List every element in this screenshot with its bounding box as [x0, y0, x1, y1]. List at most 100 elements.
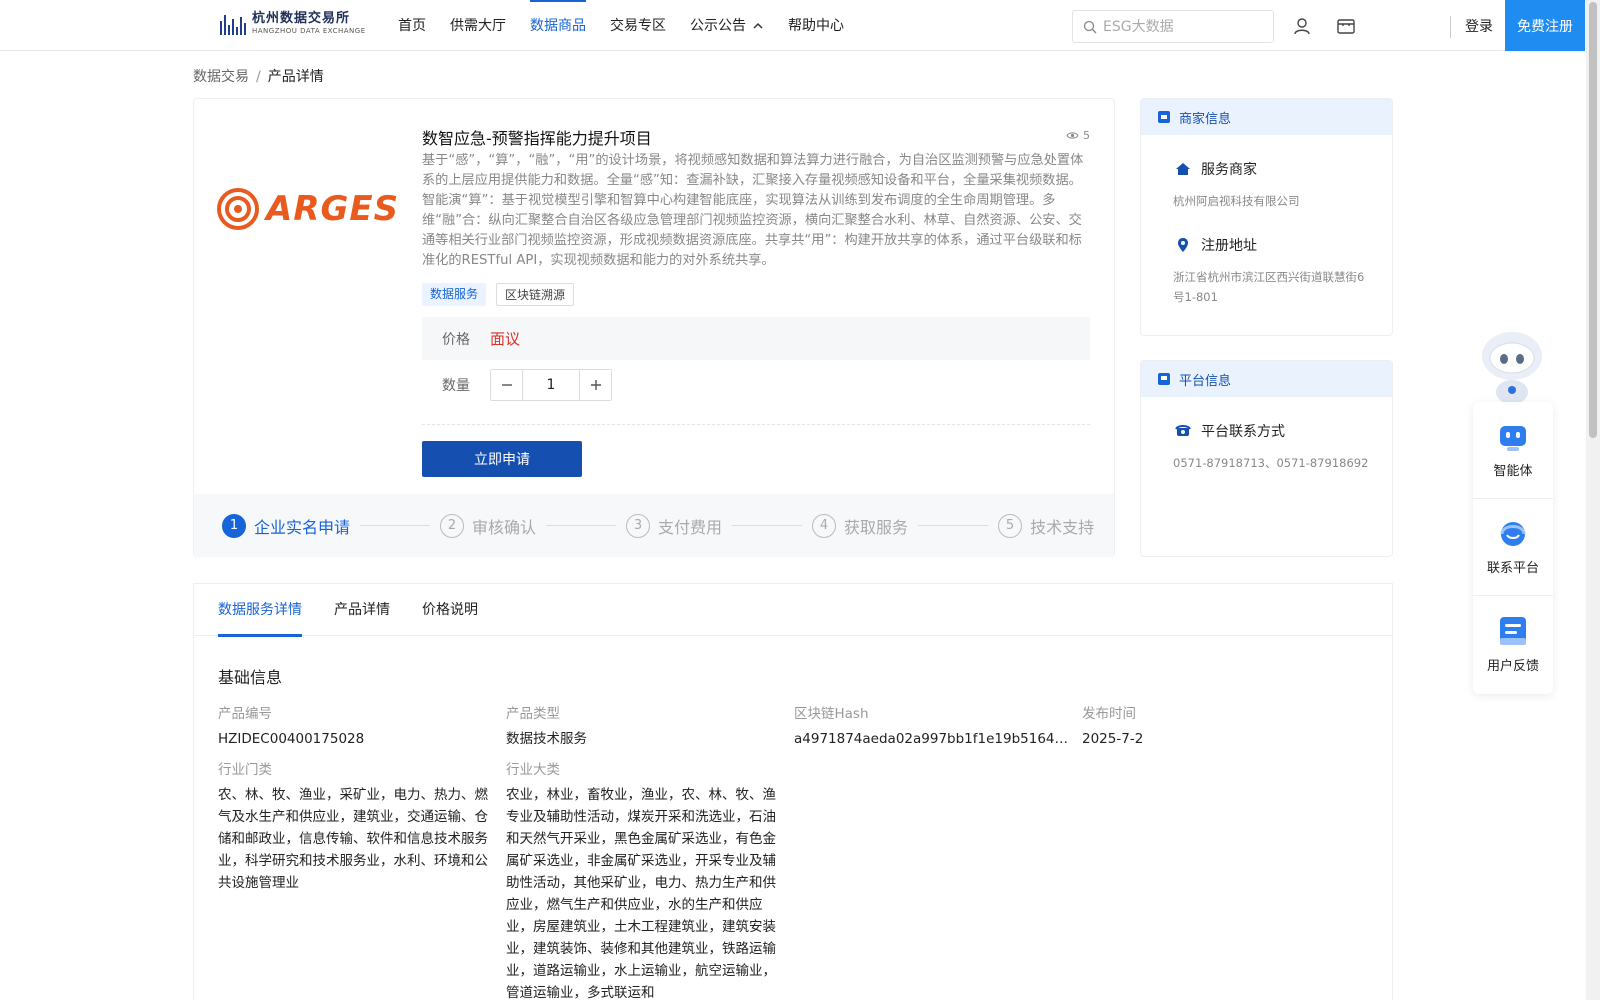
headset-icon — [1500, 521, 1526, 546]
feedback-icon — [1500, 617, 1526, 645]
nav-help[interactable]: 帮助中心 — [776, 0, 856, 51]
side-agent[interactable]: 智能体 — [1473, 402, 1553, 499]
product-description: 基于“感”，“算”，“融”，“用”的设计场景，将视频感知数据和算法算力进行融合，… — [422, 153, 1084, 268]
step-connector — [360, 525, 431, 526]
field-publish-time-value: 2025-7-2 — [1082, 731, 1144, 747]
step-1-number: 1 — [222, 513, 246, 538]
quantity-row: 数量 1 — [442, 369, 612, 401]
address-title: 注册地址 — [1201, 238, 1257, 254]
platform-panel-header: 平台信息 — [1141, 361, 1392, 397]
breadcrumb-current: 产品详情 — [267, 69, 324, 85]
platform-panel: 平台信息 平台联系方式 0571-87918713、0571-87918692 — [1140, 360, 1393, 557]
step-4-number: 4 — [812, 513, 837, 538]
store-icon[interactable] — [1336, 16, 1356, 36]
site-logo[interactable]: 杭州数据交易所 HANGZHOU DATA EXCHANGE — [220, 12, 366, 35]
step-5-label: 技术支持 — [1030, 517, 1095, 537]
service-merchant-value: 杭州阿启视科技有限公司 — [1173, 194, 1300, 208]
nav-trade-zone[interactable]: 交易专区 — [598, 0, 678, 51]
step-1: 1 企业实名申请 — [222, 513, 351, 538]
product-card: ARGES 数智应急-预警指挥能力提升项目 5 基于“感”，“算”，“融”，“用… — [193, 98, 1115, 557]
step-1-label: 企业实名申请 — [254, 517, 351, 537]
tab-service-details[interactable]: 数据服务详情 — [218, 584, 302, 637]
nav-data-products[interactable]: 数据商品 — [518, 0, 598, 51]
view-count-value: 5 — [1083, 129, 1090, 142]
store-badge-icon — [1158, 111, 1170, 123]
field-hash: 区块链Hash a4971874aeda02a997bb1f1e19b51646… — [794, 702, 1070, 750]
search-icon — [1083, 20, 1097, 33]
merchant-panel-header: 商家信息 — [1141, 99, 1392, 135]
side-feedback[interactable]: 用户反馈 — [1473, 596, 1553, 693]
product-logo: ARGES — [216, 187, 399, 231]
top-header: 杭州数据交易所 HANGZHOU DATA EXCHANGE 首页 供需大厅 数… — [0, 0, 1585, 51]
decrement-button[interactable] — [491, 370, 522, 400]
page-scrollbar[interactable] — [1586, 0, 1600, 1000]
basic-info-title: 基础信息 — [218, 668, 283, 687]
main-nav: 首页 供需大厅 数据商品 交易专区 公示公告 帮助中心 — [386, 0, 856, 51]
minus-icon — [501, 384, 512, 386]
field-industry-major-label: 行业大类 — [506, 762, 560, 778]
step-connector — [732, 525, 803, 526]
view-count: 5 — [1066, 129, 1090, 142]
merchant-panel-title: 商家信息 — [1179, 111, 1232, 127]
step-3-number: 3 — [626, 513, 651, 538]
location-pin-icon — [1178, 238, 1188, 252]
tab-product-details[interactable]: 产品详情 — [334, 584, 390, 636]
detail-tabs: 数据服务详情 产品详情 价格说明 — [194, 584, 1392, 637]
header-divider — [1450, 16, 1451, 38]
nav-supply-demand[interactable]: 供需大厅 — [438, 0, 518, 51]
field-product-type-label: 产品类型 — [506, 706, 560, 722]
merchant-panel: 商家信息 服务商家 杭州阿启视科技有限公司 注册地址 浙江省杭州市滨江区西兴街道… — [1140, 98, 1393, 336]
field-hash-label: 区块链Hash — [794, 706, 869, 722]
logo-bars-icon — [220, 13, 246, 35]
product-title: 数智应急-预警指挥能力提升项目 — [422, 129, 652, 148]
field-industry-major: 行业大类 农业，林业，畜牧业，渔业，农、林、牧、渔专业及辅助性活动，煤炭开采和洗… — [506, 758, 776, 1000]
process-steps: 1 企业实名申请 2 审核确认 3 支付费用 4 获取服务 5 技术支持 — [194, 494, 1114, 557]
quantity-label: 数量 — [442, 378, 470, 394]
breadcrumb: 数据交易 / 产品详情 — [193, 66, 324, 86]
search-input[interactable] — [1103, 18, 1263, 35]
eye-icon — [1066, 132, 1079, 139]
field-industry-major-value: 农业，林业，畜牧业，渔业，农、林、牧、渔专业及辅助性活动，煤炭开采和洗选业，石油… — [506, 787, 776, 1000]
step-4: 4 获取服务 — [812, 513, 909, 538]
contact-title: 平台联系方式 — [1201, 424, 1285, 440]
logo-title: 杭州数据交易所 — [252, 11, 351, 26]
field-product-type: 产品类型 数据技术服务 — [506, 702, 587, 750]
field-product-type-value: 数据技术服务 — [506, 731, 587, 747]
robot-assistant-icon[interactable] — [1472, 324, 1552, 404]
step-5: 5 技术支持 — [998, 513, 1095, 538]
user-icon[interactable] — [1292, 16, 1312, 36]
side-toolbar: 智能体 联系平台 用户反馈 — [1473, 402, 1553, 694]
quantity-input[interactable]: 1 — [522, 370, 580, 400]
field-industry-category-value: 农、林、牧、渔业，采矿业，电力、热力、燃气及水生产和供应业，建筑业，交通运输、仓… — [218, 787, 488, 891]
login-link[interactable]: 登录 — [1465, 16, 1493, 36]
field-industry-category: 行业门类 农、林、牧、渔业，采矿业，电力、热力、燃气及水生产和供应业，建筑业，交… — [218, 758, 488, 894]
register-button[interactable]: 免费注册 — [1505, 0, 1585, 51]
divider — [422, 424, 1090, 425]
address-row: 注册地址 — [1175, 235, 1392, 255]
logo-subtitle: HANGZHOU DATA EXCHANGE — [252, 27, 366, 35]
search-box[interactable] — [1072, 10, 1274, 43]
service-merchant-row: 服务商家 — [1175, 159, 1392, 179]
step-connector — [546, 525, 617, 526]
scrollbar-thumb[interactable] — [1589, 2, 1597, 438]
increment-button[interactable] — [580, 370, 611, 400]
apply-button[interactable]: 立即申请 — [422, 441, 582, 477]
breadcrumb-parent[interactable]: 数据交易 — [193, 69, 249, 85]
step-4-label: 获取服务 — [844, 517, 909, 537]
side-contact-label: 联系平台 — [1486, 560, 1539, 576]
field-product-no-value: HZIDEC00400175028 — [218, 731, 365, 747]
nav-home[interactable]: 首页 — [386, 0, 438, 51]
tag-blockchain: 区块链溯源 — [496, 283, 575, 306]
monitor-badge-icon — [1158, 373, 1170, 385]
field-hash-value: a4971874aeda02a997bb1f1e19b5164616... — [794, 731, 1070, 747]
contact-value: 0571-87918713、0571-87918692 — [1173, 456, 1369, 470]
product-logo-text: ARGES — [266, 189, 400, 229]
phone-icon — [1175, 425, 1191, 436]
chevron-up-icon — [753, 22, 763, 29]
side-contact[interactable]: 联系平台 — [1473, 499, 1553, 596]
service-merchant-title: 服务商家 — [1201, 162, 1257, 178]
home-icon — [1176, 163, 1190, 175]
tab-price-info[interactable]: 价格说明 — [422, 584, 478, 636]
contact-row: 平台联系方式 — [1175, 421, 1392, 441]
nav-announcements[interactable]: 公示公告 — [678, 0, 776, 51]
